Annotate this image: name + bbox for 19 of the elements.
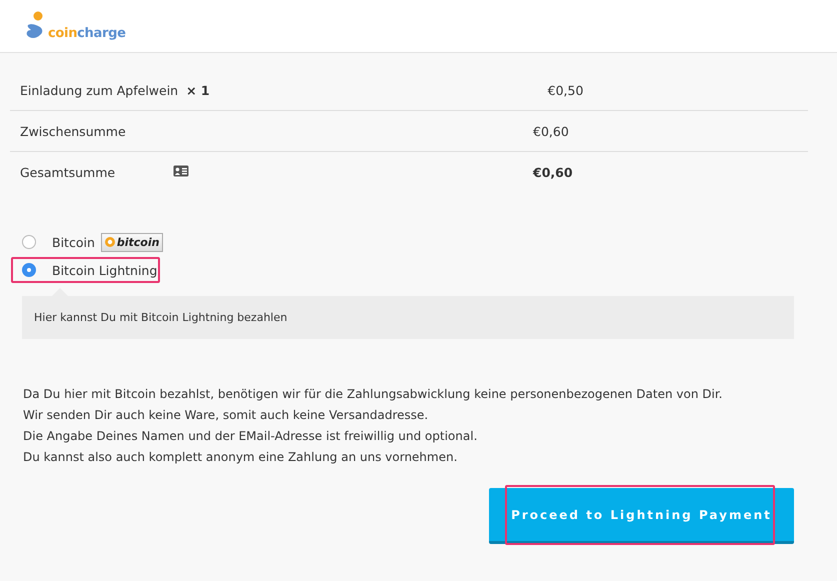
row-label: Gesamtsumme xyxy=(20,164,116,180)
amount-text: €0,50 xyxy=(548,82,584,98)
bitcoin-badge: bitcoin xyxy=(100,232,164,252)
row-label: Einladung zum Apfelwein xyxy=(20,82,178,98)
radio-button[interactable] xyxy=(22,263,36,277)
id-card-icon xyxy=(173,164,189,176)
method-description: Hier kannst Du mit Bitcoin Lightning bezahlen xyxy=(22,296,794,339)
amount-text: €0,60 xyxy=(533,164,573,180)
method-label[interactable]: Bitcoin xyxy=(52,234,95,250)
quantity-text: × 1 xyxy=(186,82,210,98)
notice-text: Da Du hier mit Bitcoin bezahlst, benötigen wir für die Zahlungsabwicklung keine personenbezogenen Daten von Dir. xyxy=(23,387,724,401)
radio-button[interactable] xyxy=(22,235,36,249)
logo-text: coincharge xyxy=(48,26,126,41)
notice-text: Wir senden Dir auch keine Ware, somit auch keine Versandadresse. xyxy=(23,408,430,422)
amount-text: €0,60 xyxy=(533,124,569,138)
row-label: Zwischensumme xyxy=(20,124,127,138)
notice-text: Du kannst also auch komplett anonym eine Zahlung an uns vornehmen. xyxy=(23,450,458,464)
method-label[interactable]: Bitcoin Lightning xyxy=(52,262,158,278)
notice-text: Die Angabe Deines Namen und der EMail-Adresse ist freiwillig und optional. xyxy=(23,429,478,443)
